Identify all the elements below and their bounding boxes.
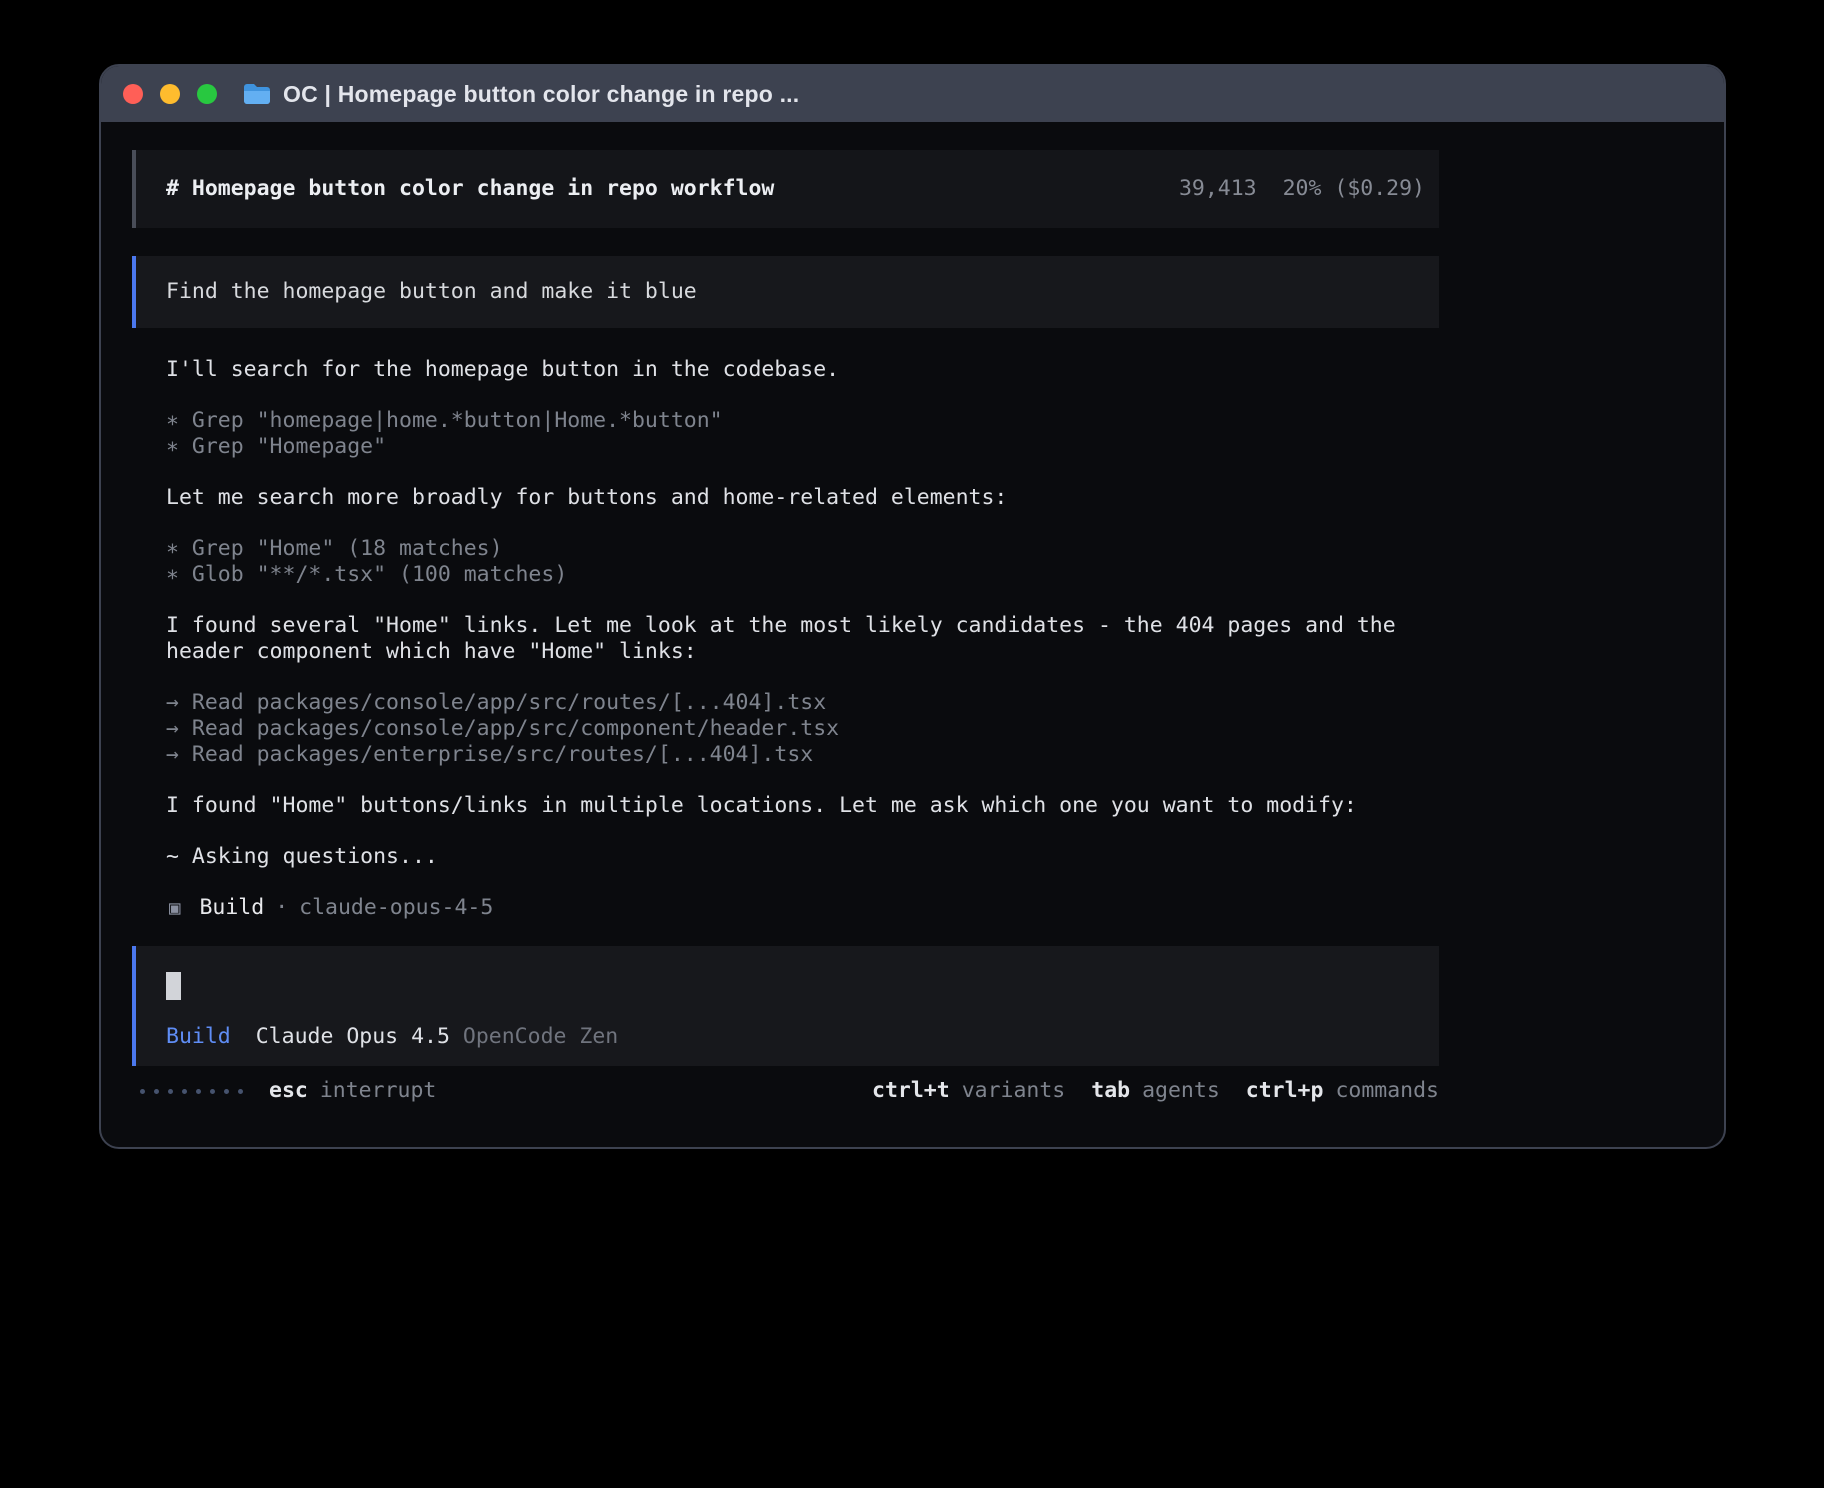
folder-icon <box>243 83 271 105</box>
assistant-message: Let me search more broadly for buttons a… <box>166 485 1405 511</box>
session-header: # Homepage button color change in repo w… <box>132 150 1439 228</box>
assistant-message: I found several "Home" links. Let me loo… <box>166 613 1405 665</box>
agent-separator: · <box>275 895 288 921</box>
input-meta-row: Build Claude Opus 4.5 OpenCode Zen <box>166 1024 1409 1050</box>
session-stats: 39,413 20% ($0.29) <box>1179 175 1425 203</box>
shortcut-label: variants <box>962 1078 1066 1104</box>
tool-call-grep: ∗ Grep "Homepage" <box>166 434 1724 460</box>
text-cursor <box>166 972 181 1000</box>
shortcut-label: commands <box>1335 1078 1439 1104</box>
tool-call-glob: ∗ Glob "**/*.tsx" (100 matches) <box>166 562 1724 588</box>
status-bar-left: esc interrupt <box>132 1078 436 1104</box>
agent-name: Build <box>199 895 264 921</box>
assistant-status-text: ~ Asking questions... <box>166 844 1405 870</box>
status-bar-right: ctrl+t variants tab agents ctrl+p comman… <box>872 1078 1439 1104</box>
desktop-background: OC | Homepage button color change in rep… <box>0 0 1824 1488</box>
agent-model: claude-opus-4-5 <box>299 895 493 921</box>
minimize-button[interactable] <box>160 84 180 104</box>
model-label: Claude Opus 4.5 <box>256 1024 450 1050</box>
tool-call-grep: ∗ Grep "Home" (18 matches) <box>166 536 1724 562</box>
shortcut-label: agents <box>1142 1078 1220 1104</box>
spinner-dots <box>140 1089 243 1094</box>
tool-call-read: → Read packages/console/app/src/componen… <box>166 716 1724 742</box>
user-message: Find the homepage button and make it blu… <box>132 256 1439 328</box>
agent-status-line: ▣ Build · claude-opus-4-5 <box>169 895 1724 921</box>
shortcut-commands: ctrl+p commands <box>1246 1078 1439 1104</box>
assistant-message: I'll search for the homepage button in t… <box>166 357 1405 383</box>
close-button[interactable] <box>123 84 143 104</box>
assistant-message: I found "Home" buttons/links in multiple… <box>166 793 1405 819</box>
shortcut-key: tab <box>1091 1078 1130 1104</box>
window-title: OC | Homepage button color change in rep… <box>283 81 799 108</box>
shortcut-key: ctrl+t <box>872 1078 950 1104</box>
traffic-lights <box>123 84 217 104</box>
shortcut-key: ctrl+p <box>1246 1078 1324 1104</box>
user-message-text: Find the homepage button and make it blu… <box>166 279 697 304</box>
tool-call-group: → Read packages/console/app/src/routes/[… <box>166 690 1724 768</box>
tool-call-group: ∗ Grep "Home" (18 matches) ∗ Glob "**/*.… <box>166 536 1724 588</box>
context-cost: 20% ($0.29) <box>1283 175 1425 203</box>
tool-call-read: → Read packages/console/app/src/routes/[… <box>166 690 1724 716</box>
esc-key-hint: esc <box>269 1078 308 1104</box>
status-bar: esc interrupt ctrl+t variants tab agents… <box>132 1078 1439 1104</box>
shortcut-variants: ctrl+t variants <box>872 1078 1065 1104</box>
tool-call-group: ∗ Grep "homepage|home.*button|Home.*butt… <box>166 408 1724 460</box>
window-titlebar[interactable]: OC | Homepage button color change in rep… <box>101 66 1724 122</box>
session-title: # Homepage button color change in repo w… <box>166 175 774 203</box>
esc-action-label: interrupt <box>320 1078 437 1104</box>
token-count: 39,413 <box>1179 175 1257 203</box>
zoom-button[interactable] <box>197 84 217 104</box>
agent-icon: ▣ <box>169 895 180 921</box>
terminal-window: OC | Homepage button color change in rep… <box>99 64 1726 1149</box>
tool-call-grep: ∗ Grep "homepage|home.*button|Home.*butt… <box>166 408 1724 434</box>
prompt-input[interactable]: Build Claude Opus 4.5 OpenCode Zen <box>132 946 1439 1066</box>
provider-label: OpenCode Zen <box>463 1024 618 1050</box>
mode-label: Build <box>166 1024 231 1050</box>
shortcut-agents: tab agents <box>1091 1078 1220 1104</box>
tool-call-read: → Read packages/enterprise/src/routes/[.… <box>166 742 1724 768</box>
terminal-content: # Homepage button color change in repo w… <box>101 122 1724 1147</box>
